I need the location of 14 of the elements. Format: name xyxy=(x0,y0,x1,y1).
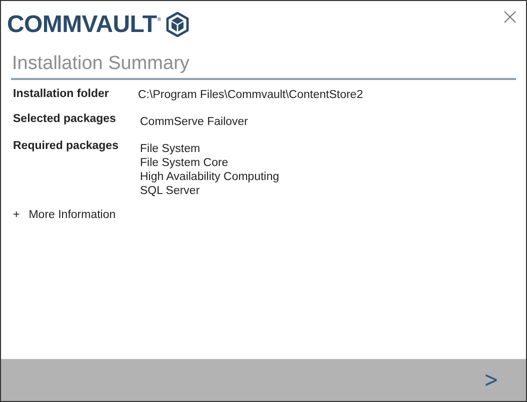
cube-logo-icon xyxy=(166,12,189,37)
close-icon[interactable] xyxy=(504,11,516,23)
more-information-link[interactable]: + More Information xyxy=(13,209,116,221)
field-label: Required packages xyxy=(13,140,120,154)
field-value: SQL Server xyxy=(140,184,201,198)
page-title: Installation Summary xyxy=(11,52,516,80)
field-value: C:\Program Files\Commvault\ContentStore2 xyxy=(138,88,363,102)
field-value: File System Core xyxy=(140,156,230,170)
field-label: Installation folder xyxy=(13,88,110,102)
field-value: File System xyxy=(140,142,202,156)
field-label: Selected packages xyxy=(13,113,117,127)
logo-wordmark: COMMVAULT xyxy=(7,11,157,39)
field-value: High Availability Computing xyxy=(140,170,280,184)
field-value: CommServe Failover xyxy=(140,115,248,129)
